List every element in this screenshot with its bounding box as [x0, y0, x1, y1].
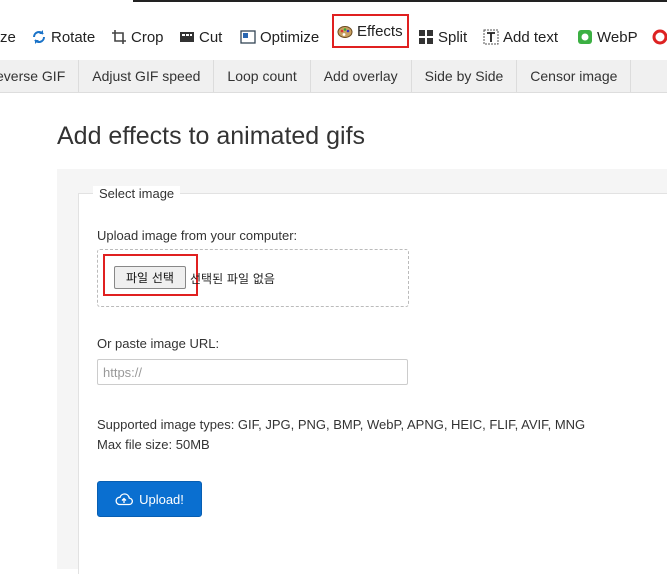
- toolbar-item-label: ze: [0, 28, 16, 46]
- subnav-label: everse GIF: [0, 68, 66, 84]
- top-toolbar: ze Rotate Crop Cut Optimize Effects Spli…: [0, 0, 667, 54]
- toolbar-item-add-text[interactable]: Add text: [483, 22, 558, 52]
- toolbar-item-label: Rotate: [51, 28, 96, 46]
- subnav-item-loop-count[interactable]: Loop count: [214, 60, 311, 92]
- highlight-box: [103, 254, 198, 296]
- optimize-icon: [240, 29, 256, 45]
- toolbar-item-optimize[interactable]: Optimize: [240, 22, 319, 52]
- toolbar-item-label: WebP: [597, 28, 638, 46]
- max-file-size-text: Max file size: 50MB: [97, 437, 210, 452]
- subnav-item-adjust-gif-speed[interactable]: Adjust GIF speed: [79, 60, 215, 92]
- toolbar-item-resize[interactable]: ze: [0, 22, 16, 52]
- image-url-input[interactable]: [97, 359, 408, 385]
- upload-button-label: Upload!: [139, 491, 184, 507]
- toolbar-item-label: Cut: [199, 28, 223, 46]
- toolbar-item-split[interactable]: Split: [418, 22, 467, 52]
- toolbar-item-crop[interactable]: Crop: [111, 22, 164, 52]
- rotate-icon: [31, 29, 47, 45]
- url-label: Or paste image URL:: [97, 336, 220, 351]
- toolbar-item-webp[interactable]: WebP: [577, 22, 638, 52]
- toolbar-item-more[interactable]: [652, 22, 667, 52]
- toolbar-item-rotate[interactable]: Rotate: [31, 22, 95, 52]
- subnav-item-side-by-side[interactable]: Side by Side: [412, 60, 518, 92]
- subnav-item-reverse-gif[interactable]: everse GIF: [0, 60, 80, 92]
- no-file-chosen-text: 선택된 파일 없음: [190, 272, 275, 286]
- subnav-item-add-overlay[interactable]: Add overlay: [311, 60, 412, 92]
- fieldset-legend: Select image: [93, 186, 181, 201]
- toolbar-top-border: [133, 0, 667, 2]
- toolbar-item-effects[interactable]: Effects: [332, 14, 409, 48]
- subnav-label: Loop count: [227, 68, 297, 84]
- add-text-icon: [483, 29, 499, 45]
- secondary-nav: everse GIF Adjust GIF speed Loop count A…: [0, 60, 667, 93]
- split-icon: [418, 29, 434, 45]
- subnav-item-censor-image[interactable]: Censor image: [517, 60, 632, 92]
- effects-icon: [337, 23, 353, 39]
- toolbar-item-label: Optimize: [260, 28, 320, 46]
- subnav-label: Side by Side: [424, 68, 504, 84]
- subnav-label: Add overlay: [323, 68, 398, 84]
- upload-label: Upload image from your computer:: [97, 228, 298, 243]
- red-ring-icon: [652, 29, 667, 45]
- crop-icon: [111, 29, 127, 45]
- cut-icon: [179, 29, 195, 45]
- upload-button[interactable]: Upload!: [97, 481, 202, 517]
- toolbar-item-label: Split: [438, 28, 468, 46]
- toolbar-item-cut[interactable]: Cut: [179, 22, 222, 52]
- cloud-upload-icon: [115, 492, 134, 506]
- subnav-label: Censor image: [530, 68, 618, 84]
- page-title: Add effects to animated gifs: [57, 122, 366, 150]
- webp-icon: [577, 29, 593, 45]
- subnav-label: Adjust GIF speed: [92, 68, 201, 84]
- supported-types-text: Supported image types: GIF, JPG, PNG, BM…: [97, 417, 586, 432]
- toolbar-item-label: Effects: [357, 22, 403, 40]
- toolbar-item-label: Crop: [131, 28, 164, 46]
- toolbar-item-label: Add text: [503, 28, 559, 46]
